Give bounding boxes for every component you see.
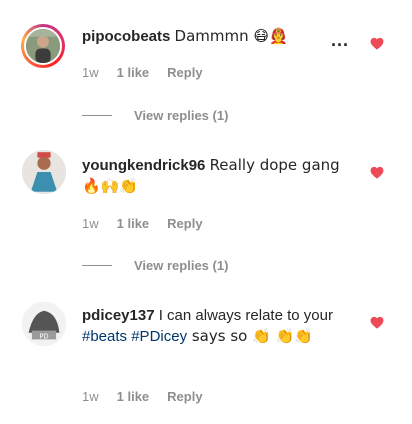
avatar-image: PD <box>22 302 66 346</box>
comment-meta: 1w 1 like Reply <box>82 216 203 231</box>
avatar-image <box>26 29 60 63</box>
timestamp: 1w <box>82 216 99 231</box>
timestamp: 1w <box>82 65 99 80</box>
heart-icon[interactable] <box>370 316 384 329</box>
hashtag-link[interactable]: #beats <box>82 328 127 345</box>
view-replies-label: View replies (1) <box>134 108 229 123</box>
reply-button[interactable]: Reply <box>167 65 202 80</box>
comment-text: pdicey137 I can always relate to your #b… <box>82 305 352 347</box>
like-count[interactable]: 1 like <box>117 65 150 80</box>
reply-button[interactable]: Reply <box>167 389 202 404</box>
comment-body: Dammmn 😷🧑‍🚒 <box>174 27 288 45</box>
divider <box>82 265 112 266</box>
heart-icon[interactable] <box>370 166 384 179</box>
hashtag-link[interactable]: #PDicey <box>131 328 187 345</box>
username[interactable]: pdicey137 <box>82 307 155 324</box>
svg-text:PD: PD <box>39 332 48 340</box>
view-replies-label: View replies (1) <box>134 258 229 273</box>
comment-text: youngkendrick96 Really dope gang 🔥🙌👏 <box>82 155 352 197</box>
username[interactable]: youngkendrick96 <box>82 157 205 174</box>
avatar[interactable] <box>22 150 66 194</box>
view-replies-button[interactable]: View replies (1) <box>82 108 228 123</box>
comment-body-end: says so 👏 👏👏 <box>187 327 313 345</box>
heart-icon[interactable] <box>370 37 384 50</box>
more-options-icon[interactable]: ... <box>331 30 349 51</box>
avatar[interactable] <box>21 24 65 68</box>
avatar[interactable]: PD <box>22 302 66 346</box>
like-count[interactable]: 1 like <box>117 389 150 404</box>
view-replies-button[interactable]: View replies (1) <box>82 258 228 273</box>
divider <box>82 115 112 116</box>
username[interactable]: pipocobeats <box>82 28 170 45</box>
like-count[interactable]: 1 like <box>117 216 150 231</box>
comment-meta: 1w 1 like Reply <box>82 65 203 80</box>
avatar-image <box>22 150 66 194</box>
comment-body-start: I can always relate to your <box>158 307 333 324</box>
timestamp: 1w <box>82 389 99 404</box>
comment-meta: 1w 1 like Reply <box>82 389 203 404</box>
comment-text: pipocobeats Dammmn 😷🧑‍🚒 <box>82 26 352 47</box>
reply-button[interactable]: Reply <box>167 216 202 231</box>
